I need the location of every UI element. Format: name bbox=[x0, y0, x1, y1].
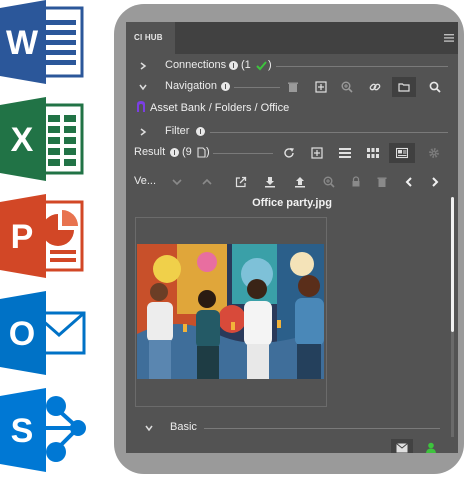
breadcrumb[interactable]: Asset Bank / Folders / Office bbox=[135, 100, 289, 114]
connections-count: (1 bbox=[241, 59, 251, 71]
chevron-down-icon[interactable] bbox=[144, 423, 154, 433]
refresh-icon bbox=[284, 148, 294, 158]
divider bbox=[204, 428, 440, 429]
lock-icon bbox=[352, 176, 360, 187]
breadcrumb-path: Asset Bank / Folders / Office bbox=[150, 102, 290, 114]
filter-label: Filter bbox=[165, 125, 190, 137]
delete-result-button[interactable] bbox=[371, 172, 393, 192]
asset-bank-logo-icon bbox=[137, 101, 145, 112]
navigation-row: Navigation bbox=[126, 77, 458, 97]
navigation-label: Navigation bbox=[165, 80, 217, 92]
divider bbox=[213, 153, 273, 154]
viewer-toolbar: Ve... bbox=[126, 172, 458, 192]
info-icon[interactable] bbox=[229, 61, 238, 70]
download-icon bbox=[265, 177, 275, 188]
info-icon[interactable] bbox=[221, 82, 230, 91]
connections-label: Connections bbox=[165, 59, 227, 71]
chevron-down-icon bbox=[172, 179, 182, 186]
chevron-down-icon[interactable] bbox=[138, 82, 148, 92]
svg-text:O: O bbox=[9, 315, 35, 353]
next-button[interactable] bbox=[424, 172, 446, 192]
info-icon[interactable] bbox=[196, 127, 205, 136]
result-label: Result bbox=[134, 146, 166, 158]
mail-icon bbox=[396, 443, 408, 453]
add-button[interactable] bbox=[310, 77, 332, 97]
add-square-icon bbox=[311, 147, 323, 159]
detail-view-button[interactable] bbox=[389, 143, 415, 163]
delete-button[interactable] bbox=[282, 77, 304, 97]
zoom-result-button[interactable] bbox=[318, 172, 340, 192]
add-square-icon bbox=[315, 81, 327, 93]
outlook-app-icon: O bbox=[0, 291, 86, 375]
chevron-right-icon[interactable] bbox=[138, 127, 148, 137]
link-icon bbox=[369, 83, 381, 91]
svg-text:P: P bbox=[11, 218, 34, 256]
trash-icon bbox=[377, 177, 387, 187]
view-label[interactable]: Ve... bbox=[134, 175, 156, 187]
settings-button[interactable] bbox=[423, 143, 445, 163]
result-count-close: ) bbox=[206, 146, 210, 158]
user-button[interactable] bbox=[420, 439, 442, 453]
grid-view-icon bbox=[367, 148, 379, 158]
link-button[interactable] bbox=[364, 77, 386, 97]
chevron-left-icon bbox=[405, 177, 412, 187]
divider bbox=[210, 132, 448, 133]
add-result-button[interactable] bbox=[306, 143, 328, 163]
tab-ci-hub[interactable]: CI HUB bbox=[126, 22, 175, 54]
document-icon bbox=[197, 147, 206, 158]
upload-icon bbox=[295, 177, 305, 188]
ci-hub-panel: CI HUB Connections (1 ) Navigation Asset… bbox=[126, 22, 458, 453]
collapse-up-button[interactable] bbox=[196, 172, 218, 192]
folder-button[interactable] bbox=[392, 77, 416, 97]
user-icon bbox=[426, 442, 436, 453]
chevron-right-icon[interactable] bbox=[138, 61, 148, 71]
grid-view-button[interactable] bbox=[362, 143, 384, 163]
divider bbox=[234, 87, 280, 88]
scrollbar-thumb[interactable] bbox=[451, 197, 454, 332]
filter-row[interactable]: Filter bbox=[126, 122, 458, 142]
external-link-icon bbox=[235, 176, 247, 188]
file-name: Office party.jpg bbox=[252, 197, 332, 209]
trash-icon bbox=[288, 82, 298, 92]
panel-menu-icon[interactable] bbox=[444, 34, 454, 42]
lock-button[interactable] bbox=[345, 172, 367, 192]
tab-bar: CI HUB bbox=[126, 22, 458, 54]
basic-label: Basic bbox=[170, 421, 197, 433]
sharepoint-app-icon: S bbox=[0, 388, 86, 472]
divider bbox=[276, 66, 448, 67]
powerpoint-app-icon: P bbox=[0, 194, 86, 278]
search-button[interactable] bbox=[424, 77, 446, 97]
result-row: Result (9 ) bbox=[126, 143, 458, 163]
upload-button[interactable] bbox=[289, 172, 311, 192]
list-view-icon bbox=[339, 148, 351, 158]
list-view-button[interactable] bbox=[334, 143, 356, 163]
detail-view-icon bbox=[396, 147, 408, 159]
preview-image[interactable] bbox=[137, 244, 324, 379]
excel-app-icon: X bbox=[0, 97, 86, 181]
info-icon[interactable] bbox=[170, 148, 179, 157]
previous-button[interactable] bbox=[398, 172, 420, 192]
word-app-icon: W bbox=[0, 0, 86, 84]
connections-row[interactable]: Connections (1 ) bbox=[126, 56, 458, 76]
svg-text:S: S bbox=[11, 412, 34, 450]
connections-count-close: ) bbox=[268, 59, 272, 71]
folder-icon bbox=[398, 83, 410, 92]
result-count: (9 bbox=[182, 146, 192, 158]
check-icon bbox=[256, 61, 267, 71]
collapse-down-button[interactable] bbox=[166, 172, 188, 192]
refresh-button[interactable] bbox=[278, 143, 300, 163]
search-icon bbox=[429, 81, 441, 93]
zoom-in-icon bbox=[323, 176, 335, 188]
chevron-right-icon bbox=[432, 177, 439, 187]
email-button[interactable] bbox=[391, 439, 413, 453]
open-external-button[interactable] bbox=[230, 172, 252, 192]
zoom-in-icon bbox=[341, 81, 353, 93]
basic-row[interactable]: Basic bbox=[126, 418, 458, 438]
chevron-up-icon bbox=[202, 178, 212, 185]
svg-text:W: W bbox=[6, 24, 39, 62]
svg-text:X: X bbox=[11, 121, 34, 159]
download-button[interactable] bbox=[259, 172, 281, 192]
zoom-button[interactable] bbox=[336, 77, 358, 97]
gear-icon bbox=[429, 148, 439, 158]
